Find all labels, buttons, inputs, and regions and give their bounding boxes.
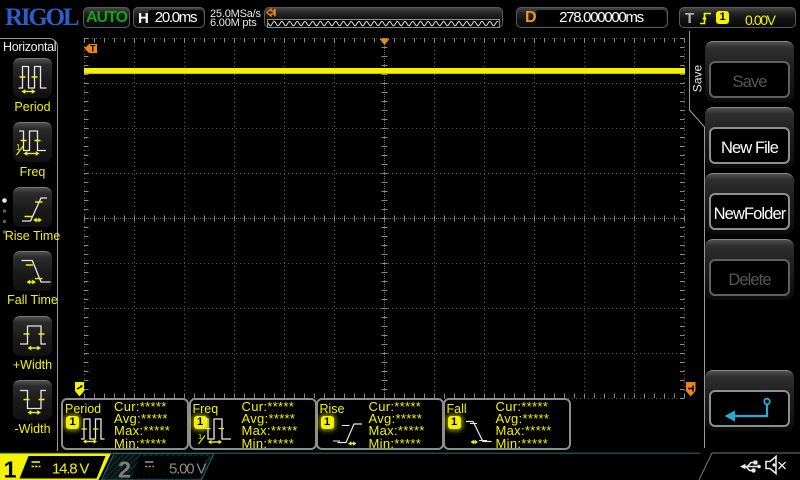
svg-text:1: 1 [4,457,17,480]
svg-text:14.8 V: 14.8 V [52,461,89,478]
svg-text:5.00 V: 5.00 V [169,461,206,478]
svg-text:T: T [90,44,96,54]
svg-text:2: 2 [118,457,131,480]
